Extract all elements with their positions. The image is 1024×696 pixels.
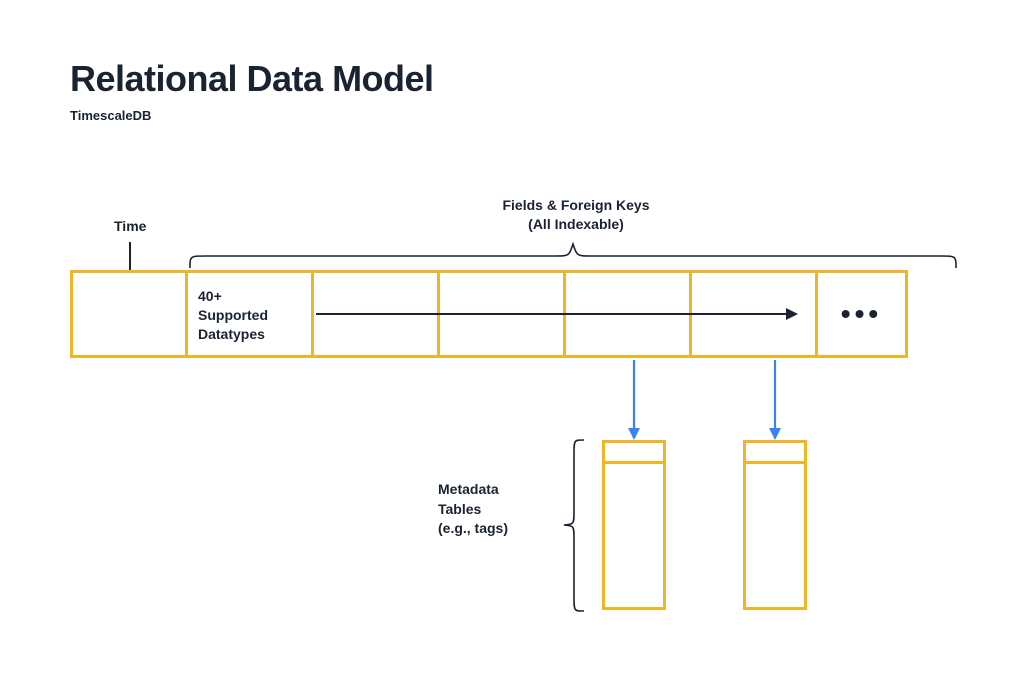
metadata-label-line1: Metadata	[438, 481, 499, 497]
subtitle: TimescaleDB	[70, 108, 151, 123]
fk-arrow-1-icon	[627, 360, 641, 440]
time-cell	[70, 270, 188, 358]
fields-label: Fields & Foreign Keys (All Indexable)	[188, 196, 964, 234]
datatypes-label: 40+ Supported Datatypes	[198, 287, 268, 344]
page-title: Relational Data Model	[70, 58, 434, 100]
metadata-table-1	[602, 440, 666, 610]
ellipsis-cell: •••	[818, 270, 908, 358]
ellipsis-icon: •••	[841, 298, 882, 330]
metadata-label: Metadata Tables (e.g., tags)	[438, 480, 508, 539]
datatypes-arrow-icon	[316, 307, 798, 321]
top-brace-icon	[188, 240, 958, 270]
fields-label-line1: Fields & Foreign Keys	[502, 197, 649, 213]
metadata-label-line3: (e.g., tags)	[438, 520, 508, 536]
data-cell-1: 40+ Supported Datatypes	[188, 270, 314, 358]
time-tick	[129, 242, 131, 270]
fk-arrow-2-icon	[768, 360, 782, 440]
fields-label-line2: (All Indexable)	[528, 216, 624, 232]
metadata-label-line2: Tables	[438, 501, 481, 517]
time-label: Time	[114, 218, 146, 234]
metadata-table-2	[743, 440, 807, 610]
left-brace-icon	[562, 438, 586, 613]
